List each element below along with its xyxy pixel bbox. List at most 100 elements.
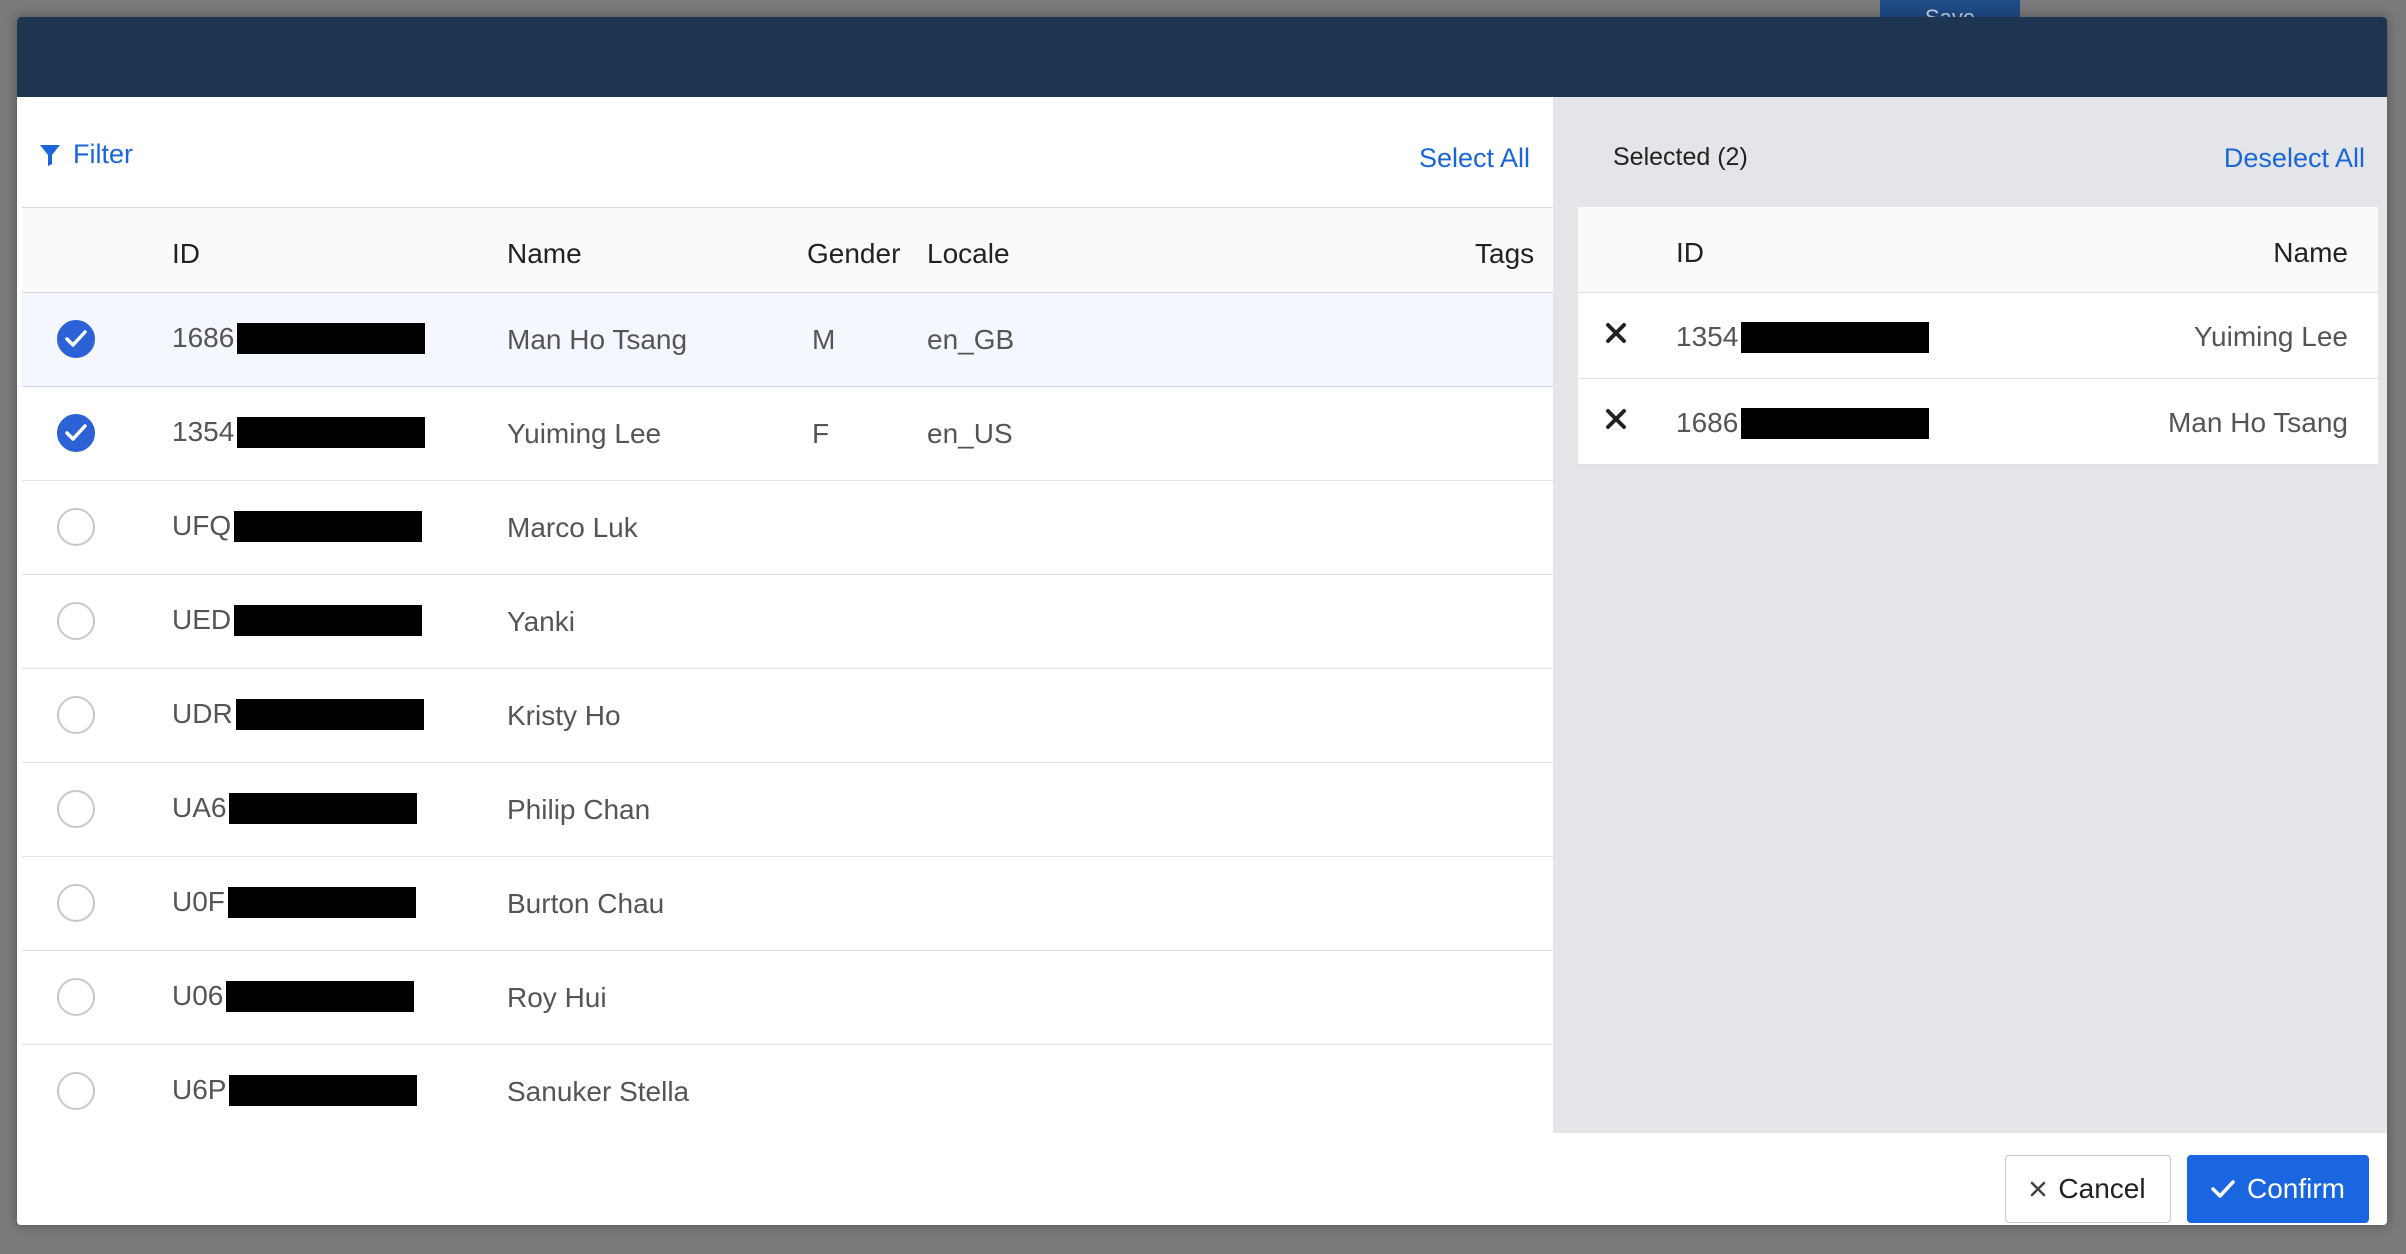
redacted-block (1741, 321, 1930, 353)
list-toolbar: Filter Select All (17, 97, 1553, 207)
confirm-label: Confirm (2246, 1173, 2345, 1204)
redacted-block (229, 1074, 418, 1106)
row-id: U06 (172, 980, 415, 1012)
row-name: Roy Hui (507, 982, 607, 1013)
id-prefix: U6P (172, 1074, 227, 1105)
id-prefix: U0F (172, 886, 225, 917)
dialog-header (17, 17, 2387, 97)
row-gender: F (812, 418, 830, 449)
row-name: Yanki (507, 606, 575, 637)
id-prefix: UED (172, 604, 232, 635)
row-name: Yuiming Lee (507, 418, 662, 449)
select-all-link[interactable]: Select All (1419, 143, 1530, 174)
check-icon (65, 330, 87, 347)
dialog-footer: Cancel Confirm (17, 1133, 2387, 1225)
row-id: UDR (172, 698, 424, 730)
table-row[interactable]: UFQ Marco Luk (22, 481, 1553, 575)
table-row[interactable]: U6P Sanuker Stella (22, 1045, 1553, 1133)
filter-icon (40, 144, 60, 166)
id-prefix: UA6 (172, 792, 227, 823)
column-header-locale[interactable]: Locale (927, 238, 1010, 270)
filter-button[interactable]: Filter (39, 139, 133, 170)
id-prefix: UDR (172, 698, 233, 729)
table-row[interactable]: UED Yanki (22, 575, 1553, 669)
id-prefix: 1686 (1676, 407, 1739, 438)
row-locale: en_US (927, 418, 1013, 449)
cancel-button[interactable]: Cancel (2005, 1155, 2171, 1223)
deselect-all-link[interactable]: Deselect All (2224, 143, 2365, 174)
selected-row: 1354 Yuiming Lee (1578, 293, 2378, 379)
row-checkbox[interactable] (57, 884, 95, 922)
select-users-dialog: Filter Select All ID Name Gender Locale … (17, 17, 2387, 1225)
row-gender: M (812, 324, 836, 355)
selected-row: 1686 Man Ho Tsang (1578, 379, 2378, 465)
row-id: U0F (172, 886, 416, 918)
id-prefix: 1354 (172, 416, 235, 447)
row-name: Man Ho Tsang (507, 324, 688, 355)
row-checkbox[interactable] (57, 602, 95, 640)
row-name: Philip Chan (507, 794, 651, 825)
row-checkbox[interactable] (57, 508, 95, 546)
row-checkbox-checked[interactable] (57, 414, 95, 452)
row-checkbox[interactable] (57, 790, 95, 828)
redacted-block (229, 792, 418, 824)
column-header-name[interactable]: Name (507, 238, 582, 270)
confirm-button[interactable]: Confirm (2187, 1155, 2369, 1223)
redacted-block (1741, 407, 1930, 439)
row-locale: en_GB (927, 324, 1015, 355)
selected-row-name: Yuiming Lee (2193, 321, 2348, 352)
column-header-tags[interactable]: Tags (1475, 238, 1534, 270)
row-id: UFQ (172, 510, 423, 542)
redacted-block (234, 510, 423, 542)
filter-label: Filter (73, 139, 133, 169)
table-row[interactable]: UDR Kristy Ho (22, 669, 1553, 763)
row-name: Kristy Ho (507, 700, 621, 731)
selected-row-name: Man Ho Tsang (2167, 407, 2348, 438)
table-row[interactable]: 1354 Yuiming Lee F en_US (22, 387, 1553, 481)
selected-count: Selected (2) (1613, 143, 1748, 171)
id-prefix: 1686 (172, 322, 235, 353)
row-id: 1686 (172, 322, 426, 354)
table-row[interactable]: U06 Roy Hui (22, 951, 1553, 1045)
row-id: U6P (172, 1074, 418, 1106)
row-name: Burton Chau (507, 888, 665, 919)
redacted-block (226, 980, 415, 1012)
selected-pane: Selected (2) Deselect All ID Name 1354 Y… (1553, 97, 2387, 1133)
table-row[interactable]: U0F Burton Chau (22, 857, 1553, 951)
row-id: UED (172, 604, 423, 636)
check-icon (65, 424, 87, 441)
id-prefix: UFQ (172, 510, 232, 541)
check-icon (2211, 1180, 2235, 1198)
row-name: Sanuker Stella (507, 1076, 690, 1107)
table-row[interactable]: 1686 Man Ho Tsang M en_GB (22, 293, 1553, 387)
row-checkbox[interactable] (57, 978, 95, 1016)
available-list-pane: Filter Select All ID Name Gender Locale … (17, 97, 1553, 1133)
row-checkbox-checked[interactable] (57, 320, 95, 358)
redacted-block (235, 698, 424, 730)
id-prefix: U06 (172, 980, 224, 1011)
row-id: 1354 (172, 416, 426, 448)
selected-row-id: 1354 (1676, 321, 1930, 353)
redacted-block (227, 886, 416, 918)
close-icon (2031, 1181, 2046, 1197)
selected-table: ID Name 1354 Yuiming Lee 1686 Man Ho Tsa… (1578, 207, 2378, 465)
row-checkbox[interactable] (57, 1072, 95, 1110)
row-id: UA6 (172, 792, 418, 824)
column-header-gender[interactable]: Gender (807, 238, 900, 270)
column-header-id: ID (1676, 237, 1704, 268)
column-header-name: Name (2273, 237, 2348, 268)
column-header-id[interactable]: ID (172, 238, 200, 270)
remove-icon[interactable] (1605, 322, 1627, 349)
remove-icon[interactable] (1605, 408, 1627, 435)
redacted-block (237, 416, 426, 448)
row-name: Marco Luk (507, 512, 638, 543)
selected-table-header: ID Name (1578, 207, 2378, 293)
table-row[interactable]: UA6 Philip Chan (22, 763, 1553, 857)
redacted-block (237, 322, 426, 354)
id-prefix: 1354 (1676, 321, 1739, 352)
users-table: ID Name Gender Locale Tags 1686 Man Ho T… (22, 207, 1553, 1133)
row-checkbox[interactable] (57, 696, 95, 734)
selected-row-id: 1686 (1676, 407, 1930, 439)
redacted-block (234, 604, 423, 636)
table-header: ID Name Gender Locale Tags (22, 207, 1553, 293)
